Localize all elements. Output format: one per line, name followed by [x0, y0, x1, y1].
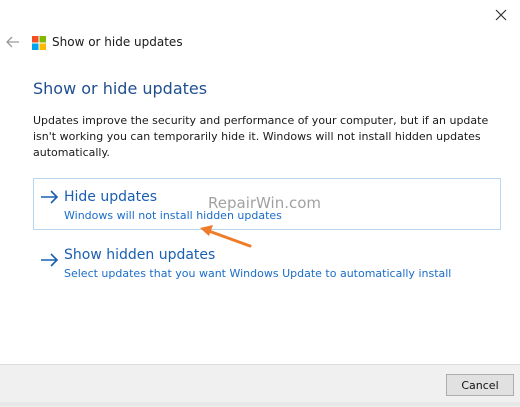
close-button[interactable]: [486, 2, 516, 28]
watermark: RepairWin.com: [208, 194, 322, 212]
back-arrow-icon: [6, 33, 20, 52]
right-arrow-icon: [40, 252, 60, 267]
cancel-button[interactable]: Cancel: [446, 374, 514, 396]
bottom-strip: [0, 402, 520, 406]
option-subtitle: Select updates that you want Windows Upd…: [64, 267, 452, 280]
back-button[interactable]: [6, 34, 20, 50]
window-title: Show or hide updates: [52, 35, 183, 49]
close-icon: [495, 6, 507, 25]
annotation-arrow-icon: [196, 222, 256, 252]
option-title: Hide updates: [64, 189, 157, 205]
footer-bar: [0, 364, 520, 407]
option-title: Show hidden updates: [64, 247, 216, 263]
windows-logo-icon: [32, 35, 46, 50]
right-arrow-icon: [40, 189, 60, 204]
show-hidden-updates-option[interactable]: Show hidden updates Select updates that …: [33, 244, 501, 282]
title-bar: Show or hide updates: [0, 33, 520, 53]
page-heading: Show or hide updates: [33, 79, 208, 98]
description-text: Updates improve the security and perform…: [33, 114, 489, 159]
